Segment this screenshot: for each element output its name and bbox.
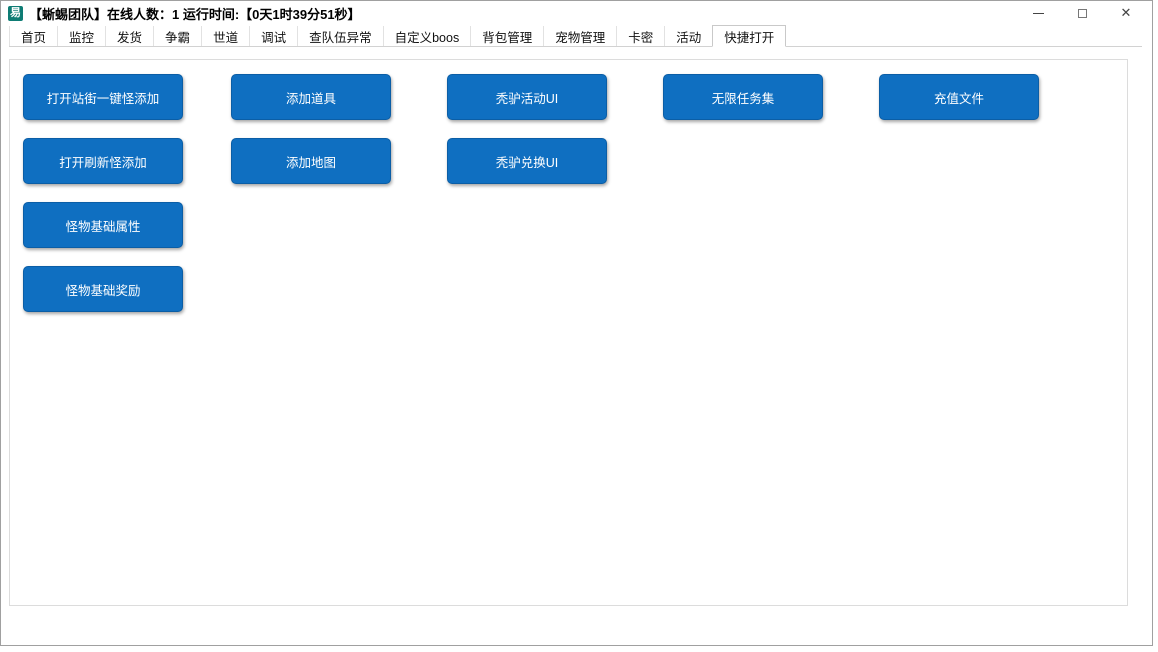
window-title: 【蜥蜴团队】在线人数：1 运行时间:【0天1时39分51秒】 bbox=[29, 4, 361, 23]
tab-5[interactable]: 世道 bbox=[201, 26, 249, 46]
tab-label: 卡密 bbox=[628, 27, 653, 46]
app-logo-icon: 易 bbox=[8, 6, 23, 21]
tab-label: 宠物管理 bbox=[555, 27, 605, 46]
tab-label: 监控 bbox=[69, 27, 94, 46]
tab-label: 自定义boos bbox=[395, 27, 460, 46]
tab-12[interactable]: 活动 bbox=[664, 26, 712, 46]
tab-3[interactable]: 发货 bbox=[105, 26, 153, 46]
tab-label: 发货 bbox=[117, 27, 142, 46]
tab-label: 调试 bbox=[261, 27, 286, 46]
tab-13[interactable]: 快捷打开 bbox=[712, 25, 786, 47]
tab-2[interactable]: 监控 bbox=[57, 26, 105, 46]
quick-open-button[interactable]: 打开站街一键怪添加 bbox=[23, 74, 183, 120]
minimize-button[interactable] bbox=[1016, 1, 1060, 25]
quick-open-button[interactable]: 秃驴兑换UI bbox=[447, 138, 607, 184]
tab-4[interactable]: 争霸 bbox=[153, 26, 201, 46]
quick-open-button[interactable]: 充值文件 bbox=[879, 74, 1039, 120]
quick-open-button[interactable]: 无限任务集 bbox=[663, 74, 823, 120]
tab-label: 活动 bbox=[676, 27, 701, 46]
title-bar: 易 【蜥蜴团队】在线人数：1 运行时间:【0天1时39分51秒】 ✕ bbox=[1, 1, 1152, 25]
tab-bar: 首页 监控 发货 争霸 世道 调试 查队伍异常 自定义boos 背包管理 宠物管… bbox=[9, 27, 1142, 47]
quick-open-panel: 打开站街一键怪添加 添加道具 秃驴活动UI 无限任务集 充值文件打开刷新怪添加 添加地图 秃… bbox=[9, 59, 1128, 606]
tab-9[interactable]: 背包管理 bbox=[470, 26, 543, 46]
quick-open-button[interactable]: 怪物基础属性 bbox=[23, 202, 183, 248]
tab-label: 世道 bbox=[213, 27, 238, 46]
maximize-button[interactable] bbox=[1060, 1, 1104, 25]
quick-open-button[interactable]: 怪物基础奖励 bbox=[23, 266, 183, 312]
close-button[interactable]: ✕ bbox=[1104, 1, 1148, 25]
close-icon: ✕ bbox=[1121, 5, 1132, 21]
tab-label: 查队伍异常 bbox=[309, 27, 372, 46]
window-controls: ✕ bbox=[1016, 1, 1148, 25]
tab-label: 背包管理 bbox=[482, 27, 532, 46]
quick-open-button[interactable]: 添加道具 bbox=[231, 74, 391, 120]
tab-label: 首页 bbox=[21, 27, 46, 46]
tab-7[interactable]: 查队伍异常 bbox=[297, 26, 383, 46]
minimize-icon bbox=[1033, 13, 1044, 14]
tab-label: 争霸 bbox=[165, 27, 190, 46]
quick-open-button[interactable]: 秃驴活动UI bbox=[447, 74, 607, 120]
quick-open-button[interactable]: 添加地图 bbox=[231, 138, 391, 184]
tab-11[interactable]: 卡密 bbox=[616, 26, 664, 46]
app-window: 易 【蜥蜴团队】在线人数：1 运行时间:【0天1时39分51秒】 ✕ 首页 监控… bbox=[0, 0, 1153, 646]
maximize-icon bbox=[1078, 9, 1087, 18]
tab-10[interactable]: 宠物管理 bbox=[543, 26, 616, 46]
tab-1[interactable]: 首页 bbox=[9, 26, 57, 46]
tab-6[interactable]: 调试 bbox=[249, 26, 297, 46]
quick-open-button[interactable]: 打开刷新怪添加 bbox=[23, 138, 183, 184]
tab-8[interactable]: 自定义boos bbox=[383, 26, 471, 46]
tab-label: 快捷打开 bbox=[724, 27, 774, 46]
